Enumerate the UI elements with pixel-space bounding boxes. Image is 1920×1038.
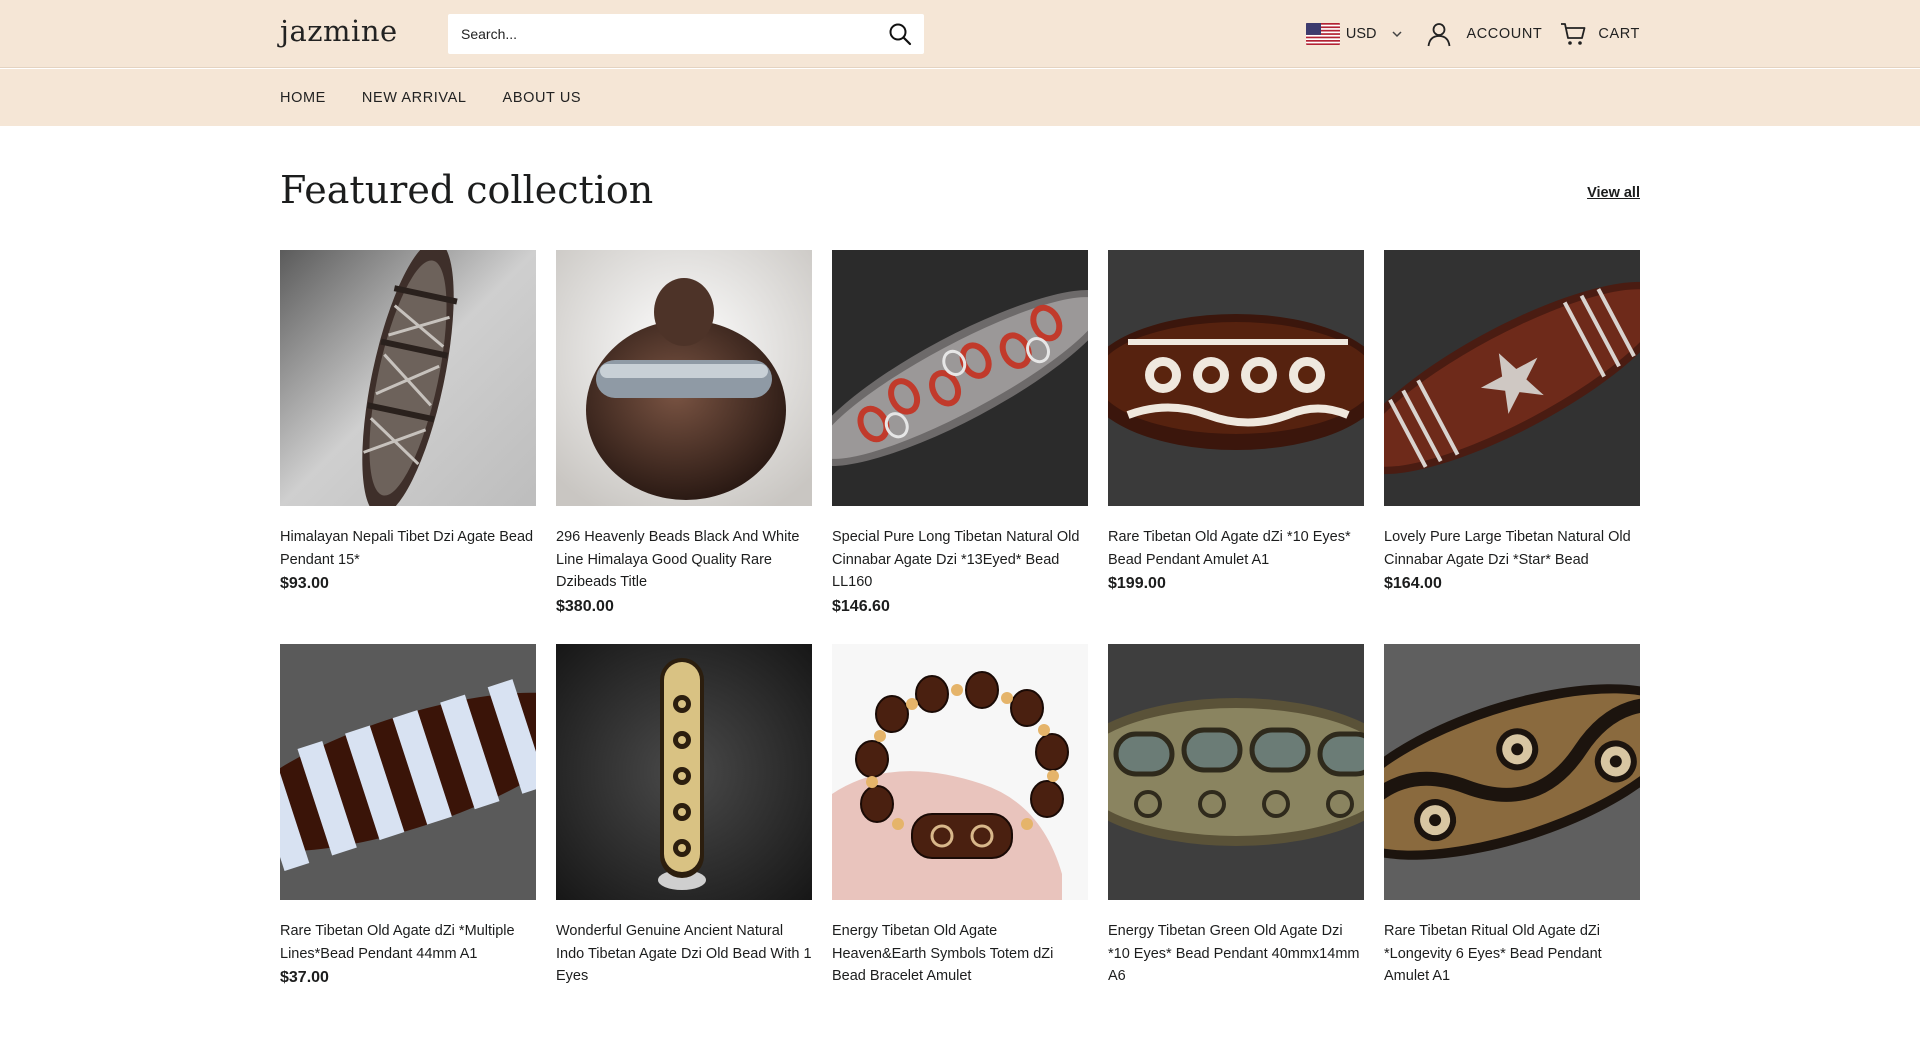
product-title[interactable]: Energy Tibetan Green Old Agate Dzi *10 E… bbox=[1108, 920, 1364, 988]
us-flag-icon bbox=[1305, 23, 1340, 45]
product-title[interactable]: Rare Tibetan Old Agate dZi *10 Eyes* Bea… bbox=[1108, 526, 1364, 571]
currency-label: USD bbox=[1345, 26, 1377, 42]
product-title[interactable]: Special Pure Long Tibetan Natural Old Ci… bbox=[832, 526, 1088, 594]
product-card[interactable]: Wonderful Genuine Ancient Natural Indo T… bbox=[556, 644, 812, 1038]
account-label: ACCOUNT bbox=[1466, 26, 1543, 42]
product-price: $146.60 bbox=[832, 597, 890, 615]
nav-item-home[interactable]: HOME bbox=[280, 90, 326, 106]
product-title[interactable]: 296 Heavenly Beads Black And White Line … bbox=[556, 526, 812, 594]
product-image[interactable] bbox=[556, 644, 812, 900]
product-title[interactable]: Himalayan Nepali Tibet Dzi Agate Bead Pe… bbox=[280, 526, 536, 571]
product-card[interactable]: Himalayan Nepali Tibet Dzi Agate Bead Pe… bbox=[280, 250, 536, 644]
chevron-down-icon bbox=[1392, 31, 1402, 38]
product-card[interactable]: 296 Heavenly Beads Black And White Line … bbox=[556, 250, 812, 644]
user-icon bbox=[1428, 23, 1451, 47]
product-price: $199.00 bbox=[1108, 575, 1166, 592]
nav-item-new-arrival[interactable]: NEW ARRIVAL bbox=[362, 90, 467, 106]
product-title[interactable]: Rare Tibetan Old Agate dZi *Multiple Lin… bbox=[280, 920, 536, 965]
view-all-link[interactable]: View all bbox=[1587, 185, 1640, 201]
cart-link[interactable]: CART bbox=[1560, 22, 1640, 46]
product-image[interactable] bbox=[1384, 644, 1640, 900]
account-link[interactable]: ACCOUNT bbox=[1426, 21, 1542, 47]
product-price: $380.00 bbox=[556, 597, 614, 615]
search-icon bbox=[889, 23, 912, 46]
product-image[interactable] bbox=[1384, 250, 1640, 506]
search-input[interactable] bbox=[448, 14, 876, 54]
product-image[interactable] bbox=[280, 250, 536, 506]
search-box bbox=[448, 14, 924, 54]
product-image[interactable] bbox=[832, 250, 1088, 506]
main-nav: HOME NEW ARRIVAL ABOUT US bbox=[280, 69, 581, 126]
product-title[interactable]: Rare Tibetan Ritual Old Agate dZi *Longe… bbox=[1384, 920, 1640, 988]
product-price: $93.00 bbox=[280, 575, 329, 592]
cart-icon bbox=[1561, 23, 1586, 45]
product-image[interactable] bbox=[280, 644, 536, 900]
product-card[interactable]: Energy Tibetan Old Agate Heaven&Earth Sy… bbox=[832, 644, 1088, 1038]
product-grid: Himalayan Nepali Tibet Dzi Agate Bead Pe… bbox=[280, 250, 1640, 1038]
product-image[interactable] bbox=[1108, 250, 1364, 506]
product-price: $37.00 bbox=[280, 969, 329, 986]
product-card[interactable]: Rare Tibetan Ritual Old Agate dZi *Longe… bbox=[1384, 644, 1640, 1038]
header-tools: USD ACCOUNT CART bbox=[1305, 0, 1640, 68]
currency-selector[interactable]: USD bbox=[1305, 23, 1405, 45]
search-button[interactable] bbox=[876, 14, 924, 54]
cart-label: CART bbox=[1598, 26, 1640, 42]
section-title: Featured collection bbox=[280, 168, 654, 212]
product-image[interactable] bbox=[556, 250, 812, 506]
product-image[interactable] bbox=[832, 644, 1088, 900]
product-image[interactable] bbox=[1108, 644, 1364, 900]
product-card[interactable]: Lovely Pure Large Tibetan Natural Old Ci… bbox=[1384, 250, 1640, 644]
product-card[interactable]: Special Pure Long Tibetan Natural Old Ci… bbox=[832, 250, 1088, 644]
main-nav-bar: HOME NEW ARRIVAL ABOUT US bbox=[0, 69, 1920, 126]
product-price: $164.00 bbox=[1384, 575, 1442, 592]
store-logo[interactable]: jazmine bbox=[280, 14, 398, 48]
product-card[interactable]: Energy Tibetan Green Old Agate Dzi *10 E… bbox=[1108, 644, 1364, 1038]
product-card[interactable]: Rare Tibetan Old Agate dZi *Multiple Lin… bbox=[280, 644, 536, 1038]
header-bar: jazmine Search... USD ACCOUNT CART bbox=[0, 0, 1920, 68]
product-title[interactable]: Energy Tibetan Old Agate Heaven&Earth Sy… bbox=[832, 920, 1088, 988]
product-title[interactable]: Lovely Pure Large Tibetan Natural Old Ci… bbox=[1384, 526, 1640, 571]
nav-item-about-us[interactable]: ABOUT US bbox=[503, 90, 582, 106]
product-card[interactable]: Rare Tibetan Old Agate dZi *10 Eyes* Bea… bbox=[1108, 250, 1364, 644]
product-title[interactable]: Wonderful Genuine Ancient Natural Indo T… bbox=[556, 920, 812, 988]
